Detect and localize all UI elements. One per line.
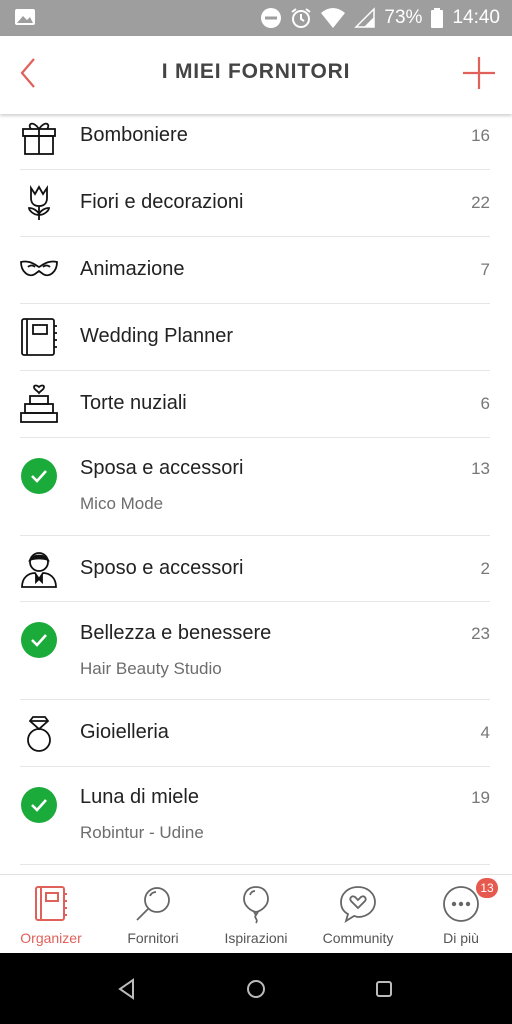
page-title: I MIEI FORNITORI (161, 60, 351, 83)
notification-badge: 13 (476, 878, 498, 898)
tab-di-piu[interactable]: 13 Di più (410, 875, 512, 954)
category-count: 19 (471, 788, 490, 807)
category-label: Wedding Planner (80, 325, 234, 347)
signal-icon (354, 7, 376, 28)
list-item-animazione[interactable]: Animazione 7 (0, 237, 512, 304)
nav-home-icon[interactable] (242, 975, 270, 1003)
status-bar: 73% 14:40 (0, 0, 512, 36)
check-icon (21, 787, 57, 823)
category-count: 2 (480, 559, 490, 578)
category-label: Bellezza e benessere (80, 622, 272, 644)
alarm-icon (291, 8, 312, 28)
tab-fornitori[interactable]: Fornitori (102, 875, 204, 954)
tab-organizer[interactable]: Organizer (0, 875, 102, 954)
more-icon (443, 886, 479, 922)
battery-icon (431, 8, 444, 28)
supplier-name: Hair Beauty Studio (80, 659, 222, 678)
category-count: 23 (471, 624, 490, 643)
category-label: Animazione (80, 258, 185, 280)
tab-label: Di più (443, 930, 479, 946)
ring-icon (27, 716, 51, 752)
category-count: 7 (480, 260, 490, 279)
category-label: Gioielleria (80, 721, 169, 743)
tab-community[interactable]: Community (307, 875, 409, 954)
nav-recents-icon[interactable] (370, 975, 398, 1003)
list-item-wedding-planner[interactable]: Wedding Planner (0, 304, 512, 371)
category-count: 4 (480, 723, 490, 742)
wifi-icon (321, 8, 346, 28)
tab-label: Community (322, 930, 394, 946)
category-label: Sposo e accessori (80, 557, 244, 579)
category-count: 16 (471, 126, 490, 145)
category-count: 6 (480, 394, 490, 413)
planner-icon (21, 318, 57, 356)
add-icon[interactable] (460, 54, 498, 92)
system-nav-bar (0, 953, 512, 1024)
flower-icon (28, 185, 50, 220)
tab-ispirazioni[interactable]: Ispirazioni (205, 875, 307, 954)
app-header: I MIEI FORNITORI (0, 36, 512, 114)
category-label: Sposa e accessori (80, 457, 244, 479)
check-icon (21, 458, 57, 494)
category-count: 22 (471, 193, 490, 212)
list-item-sposa[interactable]: Sposa e accessori Mico Mode 13 (0, 438, 512, 536)
bottom-tab-bar: Organizer Fornitori Ispirazioni Communit… (0, 874, 512, 954)
dnd-icon (261, 8, 282, 28)
tab-label: Fornitori (127, 930, 179, 946)
organizer-icon (35, 886, 67, 921)
list-item-bellezza[interactable]: Bellezza e benessere Hair Beauty Studio … (0, 602, 512, 700)
supplier-name: Mico Mode (80, 494, 164, 513)
tab-label: Organizer (20, 930, 82, 946)
search-icon (136, 887, 170, 921)
list-item-torte[interactable]: Torte nuziali 6 (0, 371, 512, 438)
check-icon (21, 622, 57, 658)
list-item-sposo[interactable]: Sposo e accessori 2 (0, 536, 512, 602)
battery-percent: 73% (384, 7, 423, 28)
category-label: Luna di miele (80, 786, 199, 808)
divider (20, 864, 490, 865)
category-count: 13 (471, 459, 490, 478)
category-label: Fiori e decorazioni (80, 191, 244, 213)
list-item-fiori[interactable]: Fiori e decorazioni 22 (0, 170, 512, 237)
nav-back-icon[interactable] (113, 975, 141, 1003)
cake-icon (20, 384, 58, 423)
supplier-name: Robintur - Udine (80, 823, 204, 842)
mask-icon (20, 260, 58, 277)
category-label: Bomboniere (80, 124, 188, 146)
groom-icon (21, 552, 57, 588)
balloon-icon (243, 886, 269, 924)
tab-label: Ispirazioni (224, 930, 288, 946)
list-item-luna-di-miele[interactable]: Luna di miele Robintur - Udine 19 (0, 767, 512, 865)
gift-icon (22, 122, 56, 155)
image-notification-icon (15, 9, 35, 25)
list-item-gioielleria[interactable]: Gioielleria 4 (0, 700, 512, 767)
list-item-bomboniere[interactable]: Bomboniere 16 (0, 114, 512, 170)
chat-heart-icon (340, 886, 376, 924)
supplier-list: Bomboniere 16 Fiori e decorazioni 22 Ani… (0, 114, 512, 874)
category-label: Torte nuziali (80, 392, 187, 414)
clock: 14:40 (452, 7, 500, 28)
